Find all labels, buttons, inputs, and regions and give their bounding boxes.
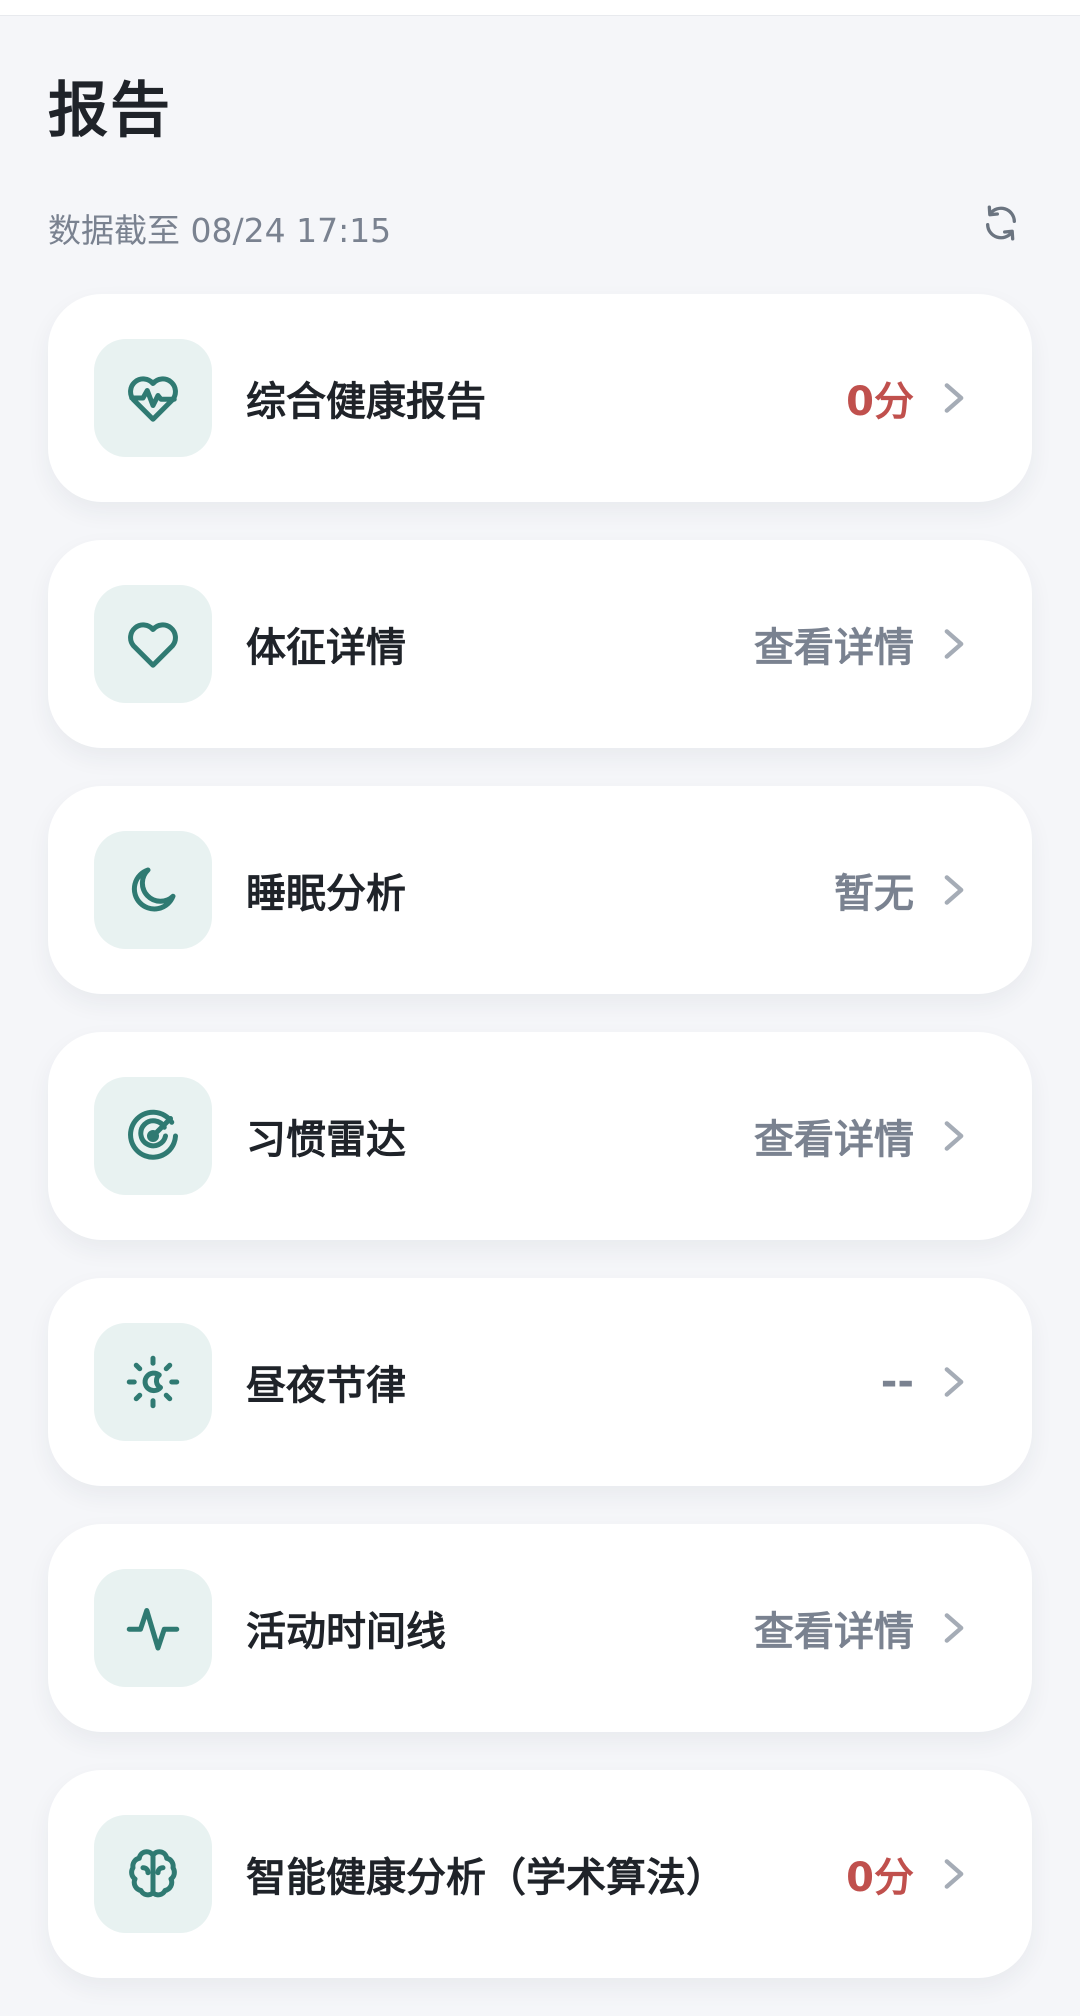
report-card-habit-radar[interactable]: 习惯雷达 查看详情: [48, 1032, 1032, 1240]
sun-moon-icon: [126, 1355, 180, 1409]
report-label: 昼夜节律: [246, 1363, 406, 1409]
radar-icon: [128, 1109, 178, 1160]
report-value: 0分: [846, 1855, 914, 1901]
heart-icon: [128, 622, 178, 668]
report-icon-box: [94, 339, 212, 457]
report-icon-box: [94, 1323, 212, 1441]
report-card-circadian-rhythm[interactable]: 昼夜节律 --: [48, 1278, 1032, 1486]
report-icon-box: [94, 831, 212, 949]
chevron-right-icon: [934, 1362, 974, 1402]
refresh-icon: [986, 205, 1016, 241]
report-icon-box: [94, 1815, 212, 1933]
chevron-right-icon: [934, 1116, 974, 1156]
page-title: 报告: [48, 76, 172, 146]
report-card-comprehensive-health[interactable]: 综合健康报告 0分: [48, 294, 1032, 502]
report-card-activity-timeline[interactable]: 活动时间线 查看详情: [48, 1524, 1032, 1732]
chevron-right-icon: [934, 624, 974, 664]
report-card-vital-signs[interactable]: 体征详情 查看详情: [48, 540, 1032, 748]
moon-icon: [131, 867, 176, 912]
report-value: 查看详情: [754, 1117, 914, 1163]
report-value: 查看详情: [754, 1609, 914, 1655]
report-value: 暂无: [834, 871, 914, 917]
report-icon-box: [94, 1569, 212, 1687]
report-list: 综合健康报告 0分 体征详情 查看详情 睡眠分析 暂无 习惯雷达 查看详情 昼夜…: [48, 294, 1032, 2016]
report-value: 查看详情: [754, 625, 914, 671]
chevron-right-icon: [934, 1608, 974, 1648]
heart-pulse-icon: [128, 376, 178, 422]
chevron-right-icon: [934, 378, 974, 418]
report-icon-box: [94, 585, 212, 703]
report-label: 综合健康报告: [246, 379, 486, 425]
report-value: 0分: [846, 379, 914, 425]
chevron-right-icon: [934, 870, 974, 910]
report-label: 睡眠分析: [246, 871, 406, 917]
chevron-right-icon: [934, 1854, 974, 1894]
refresh-button[interactable]: [978, 200, 1024, 246]
data-updated-label: 数据截至 08/24 17:15: [48, 211, 392, 250]
report-label: 习惯雷达: [246, 1117, 406, 1163]
report-label: 智能健康分析（学术算法）: [246, 1855, 726, 1901]
brain-icon: [129, 1849, 177, 1898]
report-label: 活动时间线: [246, 1609, 446, 1655]
report-label: 体征详情: [246, 625, 406, 671]
report-card-smart-health-analysis[interactable]: 智能健康分析（学术算法） 0分: [48, 1770, 1032, 1978]
activity-icon: [126, 1608, 180, 1651]
status-bar-area: [0, 0, 1080, 16]
report-value: --: [880, 1359, 914, 1405]
report-card-sleep-analysis[interactable]: 睡眠分析 暂无: [48, 786, 1032, 994]
report-icon-box: [94, 1077, 212, 1195]
